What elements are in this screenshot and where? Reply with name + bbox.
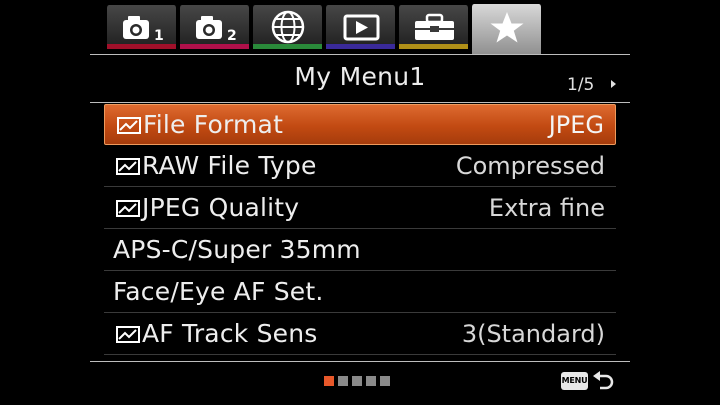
menu-item-label: JPEG Quality <box>142 193 300 222</box>
page-dot <box>380 376 390 386</box>
still-image-icon <box>116 325 140 343</box>
tab-setup[interactable] <box>398 5 469 49</box>
tab-bar: 1 2 <box>106 4 542 55</box>
camera-icon: 2 <box>196 16 237 44</box>
tab-number: 2 <box>227 28 237 44</box>
menu-item-value: JPEG <box>548 110 604 139</box>
menu-list: File Format JPEG RAW File Type Compresse… <box>104 104 616 355</box>
menu-item-value: Extra fine <box>488 193 605 222</box>
tab-color-stripe <box>399 44 468 49</box>
menu-item-apsc-super35[interactable]: APS-C/Super 35mm <box>104 229 616 271</box>
menu-item-file-format[interactable]: File Format JPEG <box>104 104 616 145</box>
page-indicator: 1/5 <box>567 75 595 95</box>
menu-item-value: Compressed <box>455 151 605 180</box>
globe-icon <box>271 10 305 44</box>
menu-item-label: RAW File Type <box>142 151 317 180</box>
page-dot <box>352 376 362 386</box>
menu-item-jpeg-quality[interactable]: JPEG Quality Extra fine <box>104 187 616 229</box>
tab-number: 1 <box>154 28 164 44</box>
still-image-icon <box>116 157 140 175</box>
menu-item-label: Face/Eye AF Set. <box>113 277 324 306</box>
tab-network[interactable] <box>252 5 323 49</box>
menu-item-label: File Format <box>143 110 284 139</box>
menu-button[interactable]: MENU <box>561 372 588 390</box>
tab-camera-settings-1[interactable]: 1 <box>106 5 177 49</box>
tab-color-stripe <box>180 44 249 49</box>
next-page-arrow-icon[interactable] <box>611 80 616 88</box>
page-dot <box>324 376 334 386</box>
header-top-divider <box>90 54 630 55</box>
toolbox-icon <box>415 13 454 40</box>
still-image-icon <box>116 199 140 217</box>
menu-item-face-eye-af-set[interactable]: Face/Eye AF Set. <box>104 271 616 313</box>
tab-color-stripe <box>253 44 322 49</box>
playback-icon <box>343 14 380 41</box>
page-dot <box>338 376 348 386</box>
menu-item-label: APS-C/Super 35mm <box>113 235 361 264</box>
still-image-icon <box>117 116 141 134</box>
menu-item-raw-file-type[interactable]: RAW File Type Compressed <box>104 145 616 187</box>
tab-camera-settings-2[interactable]: 2 <box>179 5 250 49</box>
camera-icon: 1 <box>123 16 164 44</box>
footer-divider <box>90 361 630 362</box>
menu-item-label: AF Track Sens <box>142 319 318 348</box>
tab-color-stripe <box>326 44 395 49</box>
star-icon <box>490 12 524 43</box>
page-dot <box>366 376 376 386</box>
return-arrow-icon[interactable] <box>592 369 616 393</box>
menu-item-value: 3(Standard) <box>461 319 605 348</box>
tab-color-stripe <box>107 44 176 49</box>
tab-playback[interactable] <box>325 5 396 49</box>
header-bottom-divider <box>90 102 630 103</box>
tab-my-menu[interactable] <box>471 4 542 55</box>
page-title: My Menu1 <box>294 62 426 91</box>
menu-item-af-track-sens[interactable]: AF Track Sens 3(Standard) <box>104 313 616 355</box>
